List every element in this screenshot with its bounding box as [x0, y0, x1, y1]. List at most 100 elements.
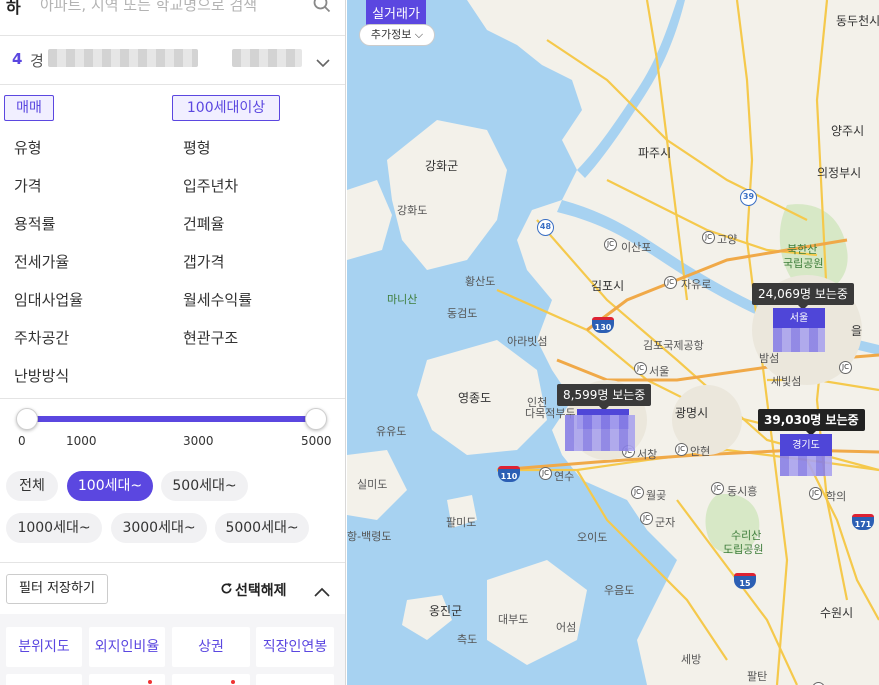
household-pill-1000[interactable]: 1000세대~ — [6, 513, 102, 543]
menu-item[interactable] — [6, 674, 82, 685]
map-label: 서울 — [649, 365, 670, 378]
region-prefix: 경 — [30, 52, 44, 70]
blurred-region-detail — [232, 49, 302, 67]
road-number: 48 — [537, 219, 554, 236]
search-icon[interactable] — [313, 0, 331, 17]
map-label: 도립공원 — [723, 543, 764, 556]
cluster-marker-seoul[interactable]: 서울 — [773, 308, 825, 328]
map-label: 밤섬 — [759, 352, 780, 365]
map-label: 황산도 — [465, 275, 496, 288]
slider-tick: 1000 — [66, 434, 97, 448]
highway-shield: 171 — [852, 514, 874, 530]
chevron-up-icon[interactable] — [314, 582, 330, 601]
map-label: 광명시 — [675, 406, 709, 420]
save-filter-button[interactable]: 필터 저장하기 — [6, 574, 108, 604]
map-label: 세빛섬 — [771, 375, 802, 388]
search-input[interactable]: 아파트, 지역 또는 학교명으로 검색 — [40, 0, 257, 15]
filter-area[interactable]: 평형 — [183, 137, 211, 158]
map-label: 수원시 — [820, 606, 854, 620]
reset-selection-button[interactable]: 선택해제 — [220, 580, 287, 600]
map-label: 강화군 — [425, 159, 459, 173]
road-number: 39 — [740, 189, 757, 206]
junction-marker: JC — [809, 487, 822, 500]
slider-min-handle[interactable] — [16, 408, 38, 430]
household-pill-500[interactable]: 500세대~ — [161, 471, 248, 501]
region-selector[interactable]: 4 경 — [0, 36, 345, 82]
map-label: 파주시 — [638, 146, 672, 160]
sale-type-chip[interactable]: 매매 — [4, 95, 54, 121]
household-pill-3000[interactable]: 3000세대~ — [111, 513, 207, 543]
slider-max-handle[interactable] — [305, 408, 327, 430]
map-label: 월곶 — [646, 489, 667, 502]
divider — [0, 84, 345, 85]
household-chip[interactable]: 100세대이상 — [172, 95, 280, 121]
filter-parking[interactable]: 주차공간 — [14, 327, 69, 348]
map-label: 양주시 — [831, 124, 865, 138]
filter-price[interactable]: 가격 — [14, 175, 42, 196]
map-label: 이산포 — [621, 241, 652, 254]
filter-heating[interactable]: 난방방식 — [14, 365, 69, 386]
map-view[interactable]: 실거래가 추가정보 ⌵ 동두천시 양주시 파주시 의정부시 강화군 강화도 이산… — [347, 0, 879, 685]
household-pill-100[interactable]: 100세대~ — [67, 471, 153, 501]
slider-tick: 5000 — [301, 434, 332, 448]
menu-commercial-area[interactable]: 상권 — [172, 627, 250, 667]
map-label: 대부도 — [498, 613, 529, 626]
menu-item[interactable] — [256, 674, 334, 685]
filter-gap-price[interactable]: 갭가격 — [183, 251, 224, 272]
menu-outsider-ratio[interactable]: 외지인비율 — [89, 627, 165, 667]
map-label: 옹진군 — [429, 604, 463, 618]
map-label: 을 — [851, 324, 863, 338]
map-label: 우음도 — [604, 584, 635, 597]
app-logo[interactable]: 하 — [6, 0, 21, 18]
map-label: 동시흥 — [727, 485, 758, 498]
divider — [0, 398, 345, 399]
real-price-tag[interactable]: 실거래가 — [366, 0, 426, 26]
new-dot — [231, 680, 235, 684]
menu-item[interactable] — [89, 674, 165, 685]
slider-tick: 0 — [18, 434, 26, 448]
filter-monthly-yield[interactable]: 월세수익률 — [183, 289, 252, 310]
junction-marker: JC — [702, 231, 715, 244]
viewer-count-bubble: 24,069명 보는중 — [752, 283, 854, 310]
chevron-down-icon[interactable] — [316, 53, 330, 72]
region-count: 4 — [12, 50, 23, 68]
map-label: 강화도 — [397, 204, 428, 217]
junction-marker: JC — [664, 276, 677, 289]
map-label: 김포국제공항 — [643, 339, 704, 352]
map-label: 팔탄 — [747, 670, 768, 683]
map-label: 항-백령도 — [347, 530, 392, 543]
search-bar[interactable]: 하 아파트, 지역 또는 학교명으로 검색 — [0, 0, 345, 24]
menu-item[interactable] — [172, 674, 250, 685]
blurred-marker-detail — [780, 456, 832, 476]
household-pill-all[interactable]: 전체 — [6, 471, 58, 501]
household-pill-5000[interactable]: 5000세대~ — [215, 513, 309, 543]
map-label: 유유도 — [376, 425, 407, 438]
filter-panel: 하 아파트, 지역 또는 학교명으로 검색 4 경 매매 100세대이상 유형 … — [0, 0, 346, 685]
highway-shield: 15 — [734, 573, 756, 589]
map-label: 서창 — [637, 448, 658, 461]
refresh-icon — [220, 582, 233, 599]
divider — [0, 562, 345, 563]
extra-info-button[interactable]: 추가정보 ⌵ — [359, 24, 435, 46]
filter-floor-area-ratio[interactable]: 용적률 — [14, 213, 55, 234]
reset-label: 선택해제 — [235, 583, 287, 599]
menu-distribution-map[interactable]: 분위지도 — [6, 627, 82, 667]
blurred-region-name — [48, 49, 198, 67]
filter-entrance-structure[interactable]: 현관구조 — [183, 327, 238, 348]
filter-rental-business[interactable]: 임대사업율 — [14, 289, 83, 310]
map-label: 김포시 — [591, 279, 625, 293]
junction-marker: JC — [539, 467, 552, 480]
filter-move-in-year[interactable]: 입주년차 — [183, 175, 238, 196]
new-dot — [148, 680, 152, 684]
map-label: 국립공원 — [783, 257, 824, 270]
household-slider-track[interactable] — [27, 416, 316, 422]
menu-worker-salary[interactable]: 직장인연봉 — [256, 627, 334, 667]
junction-marker: JC — [675, 443, 688, 456]
map-label: 고양 — [717, 233, 738, 246]
map-label: 마니산 — [387, 293, 418, 306]
filter-building-coverage[interactable]: 건폐율 — [183, 213, 224, 234]
blurred-marker-detail — [565, 415, 635, 451]
filter-type[interactable]: 유형 — [14, 137, 42, 158]
cluster-marker-gyeonggi[interactable]: 경기도 — [780, 434, 832, 456]
filter-jeonse-ratio[interactable]: 전세가율 — [14, 251, 69, 272]
